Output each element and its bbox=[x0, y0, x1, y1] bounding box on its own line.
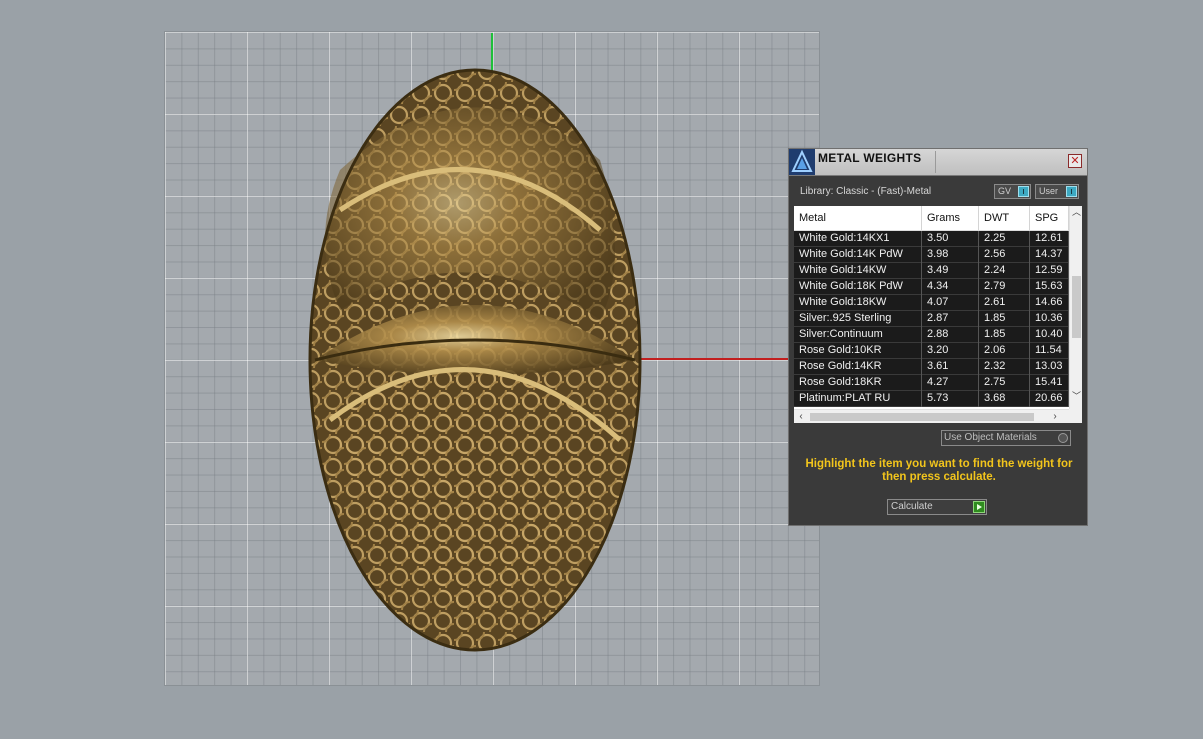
dwt-cell: 2.61 bbox=[979, 295, 1030, 311]
dwt-cell: 2.32 bbox=[979, 359, 1030, 375]
user-toggle-label: User bbox=[1039, 186, 1059, 196]
dwt-cell: 2.79 bbox=[979, 279, 1030, 295]
table-row[interactable]: Platinum:PLAT RU 5.73 3.68 20.66 bbox=[794, 391, 1069, 407]
library-label: Library: Classic - (Fast)-Metal bbox=[800, 186, 932, 197]
table-row[interactable]: White Gold:14K PdW 3.98 2.56 14.37 bbox=[794, 247, 1069, 263]
grams-cell: 4.07 bbox=[922, 295, 979, 311]
spg-cell: 20.66 bbox=[1030, 391, 1069, 407]
metal-cell: White Gold:18KW bbox=[794, 295, 922, 311]
table-row[interactable]: White Gold:14KW 3.49 2.24 12.59 bbox=[794, 263, 1069, 279]
dwt-cell: 2.75 bbox=[979, 375, 1030, 391]
dwt-cell: 1.85 bbox=[979, 327, 1030, 343]
calculate-label: Calculate bbox=[891, 501, 933, 512]
chevron-up-icon[interactable]: ︿ bbox=[1070, 206, 1082, 219]
chevron-left-icon[interactable]: ‹ bbox=[794, 410, 808, 423]
spg-cell: 10.36 bbox=[1030, 311, 1069, 327]
metal-cell: Silver:.925 Sterling bbox=[794, 311, 922, 327]
horizontal-scroll-thumb[interactable] bbox=[810, 413, 1034, 421]
play-icon bbox=[973, 501, 985, 513]
table-row[interactable]: White Gold:14KX1 3.50 2.25 12.61 bbox=[794, 231, 1069, 247]
dwt-cell: 2.24 bbox=[979, 263, 1030, 279]
grams-cell: 2.87 bbox=[922, 311, 979, 327]
metal-weights-panel: METAL WEIGHTS ✕ Library: Classic - (Fast… bbox=[788, 148, 1088, 526]
table-row[interactable]: Rose Gold:14KR 3.61 2.32 13.03 bbox=[794, 359, 1069, 375]
panel-title: METAL WEIGHTS bbox=[818, 151, 922, 165]
table-row[interactable]: Silver:.925 Sterling 2.87 1.85 10.36 bbox=[794, 311, 1069, 327]
use-object-materials-toggle[interactable]: Use Object Materials bbox=[941, 430, 1071, 446]
gv-toggle-label: GV bbox=[998, 186, 1012, 196]
dwt-cell: 2.06 bbox=[979, 343, 1030, 359]
grams-cell: 3.20 bbox=[922, 343, 979, 359]
vertical-scroll-thumb[interactable] bbox=[1072, 276, 1081, 338]
spg-cell: 13.03 bbox=[1030, 359, 1069, 375]
grams-cell: 4.27 bbox=[922, 375, 979, 391]
app-icon bbox=[789, 149, 815, 175]
panel-titlebar[interactable]: METAL WEIGHTS ✕ bbox=[789, 149, 1087, 176]
calculate-button[interactable]: Calculate bbox=[887, 499, 987, 515]
radio-icon bbox=[1058, 433, 1068, 443]
grams-cell: 3.98 bbox=[922, 247, 979, 263]
spg-cell: 11.54 bbox=[1030, 343, 1069, 359]
dwt-cell: 2.56 bbox=[979, 247, 1030, 263]
spg-cell: 12.61 bbox=[1030, 231, 1069, 247]
metal-cell: Silver:Continuum bbox=[794, 327, 922, 343]
table-row[interactable]: White Gold:18KW 4.07 2.61 14.66 bbox=[794, 295, 1069, 311]
table-row[interactable]: Silver:Continuum 2.88 1.85 10.40 bbox=[794, 327, 1069, 343]
spg-cell: 15.41 bbox=[1030, 375, 1069, 391]
metal-cell: White Gold:18K PdW bbox=[794, 279, 922, 295]
spg-cell: 14.37 bbox=[1030, 247, 1069, 263]
table-row[interactable]: Rose Gold:10KR 3.20 2.06 11.54 bbox=[794, 343, 1069, 359]
metal-cell: White Gold:14K PdW bbox=[794, 247, 922, 263]
column-header-metal[interactable]: Metal bbox=[794, 206, 922, 230]
table-row[interactable]: White Gold:18K PdW 4.34 2.79 15.63 bbox=[794, 279, 1069, 295]
metal-cell: Platinum:PLAT RU bbox=[794, 391, 922, 407]
title-divider bbox=[935, 151, 936, 173]
metal-cell: Rose Gold:18KR bbox=[794, 375, 922, 391]
grams-cell: 3.49 bbox=[922, 263, 979, 279]
grams-cell: 4.34 bbox=[922, 279, 979, 295]
table-row[interactable]: Rose Gold:18KR 4.27 2.75 15.41 bbox=[794, 375, 1069, 391]
ring-model[interactable] bbox=[300, 60, 650, 670]
grams-cell: 5.73 bbox=[922, 391, 979, 407]
table-header: Metal Grams DWT SPG bbox=[794, 206, 1069, 231]
spg-cell: 10.40 bbox=[1030, 327, 1069, 343]
close-button[interactable]: ✕ bbox=[1068, 154, 1082, 168]
use-object-materials-label: Use Object Materials bbox=[944, 432, 1037, 443]
grams-cell: 3.61 bbox=[922, 359, 979, 375]
metal-cell: Rose Gold:10KR bbox=[794, 343, 922, 359]
chevron-down-icon[interactable]: ﹀ bbox=[1070, 390, 1082, 403]
column-header-spg[interactable]: SPG bbox=[1030, 206, 1069, 230]
grams-cell: 3.50 bbox=[922, 231, 979, 247]
metal-table: Metal Grams DWT SPG White Gold:14KX1 3.50… bbox=[794, 206, 1082, 423]
user-toggle[interactable]: User bbox=[1035, 184, 1079, 199]
horizontal-scrollbar[interactable]: ‹ › bbox=[794, 409, 1069, 423]
dwt-cell: 1.85 bbox=[979, 311, 1030, 327]
spg-cell: 15.63 bbox=[1030, 279, 1069, 295]
grams-cell: 2.88 bbox=[922, 327, 979, 343]
toggle-icon bbox=[1066, 186, 1077, 197]
scroll-corner bbox=[1069, 409, 1082, 423]
spg-cell: 12.59 bbox=[1030, 263, 1069, 279]
vertical-scrollbar[interactable]: ︿ ﹀ bbox=[1069, 206, 1082, 409]
metal-cell: White Gold:14KW bbox=[794, 263, 922, 279]
close-icon: ✕ bbox=[1070, 155, 1080, 167]
toggle-icon bbox=[1018, 186, 1029, 197]
column-header-grams[interactable]: Grams bbox=[922, 206, 979, 230]
table-body: White Gold:14KX1 3.50 2.25 12.61 White Gold… bbox=[794, 231, 1069, 407]
dwt-cell: 2.25 bbox=[979, 231, 1030, 247]
gv-toggle[interactable]: GV bbox=[994, 184, 1031, 199]
metal-cell: Rose Gold:14KR bbox=[794, 359, 922, 375]
spg-cell: 14.66 bbox=[1030, 295, 1069, 311]
instruction-text: Highlight the item you want to find the … bbox=[805, 458, 1073, 483]
chevron-right-icon[interactable]: › bbox=[1048, 410, 1062, 423]
column-header-dwt[interactable]: DWT bbox=[979, 206, 1030, 230]
dwt-cell: 3.68 bbox=[979, 391, 1030, 407]
metal-cell: White Gold:14KX1 bbox=[794, 231, 922, 247]
